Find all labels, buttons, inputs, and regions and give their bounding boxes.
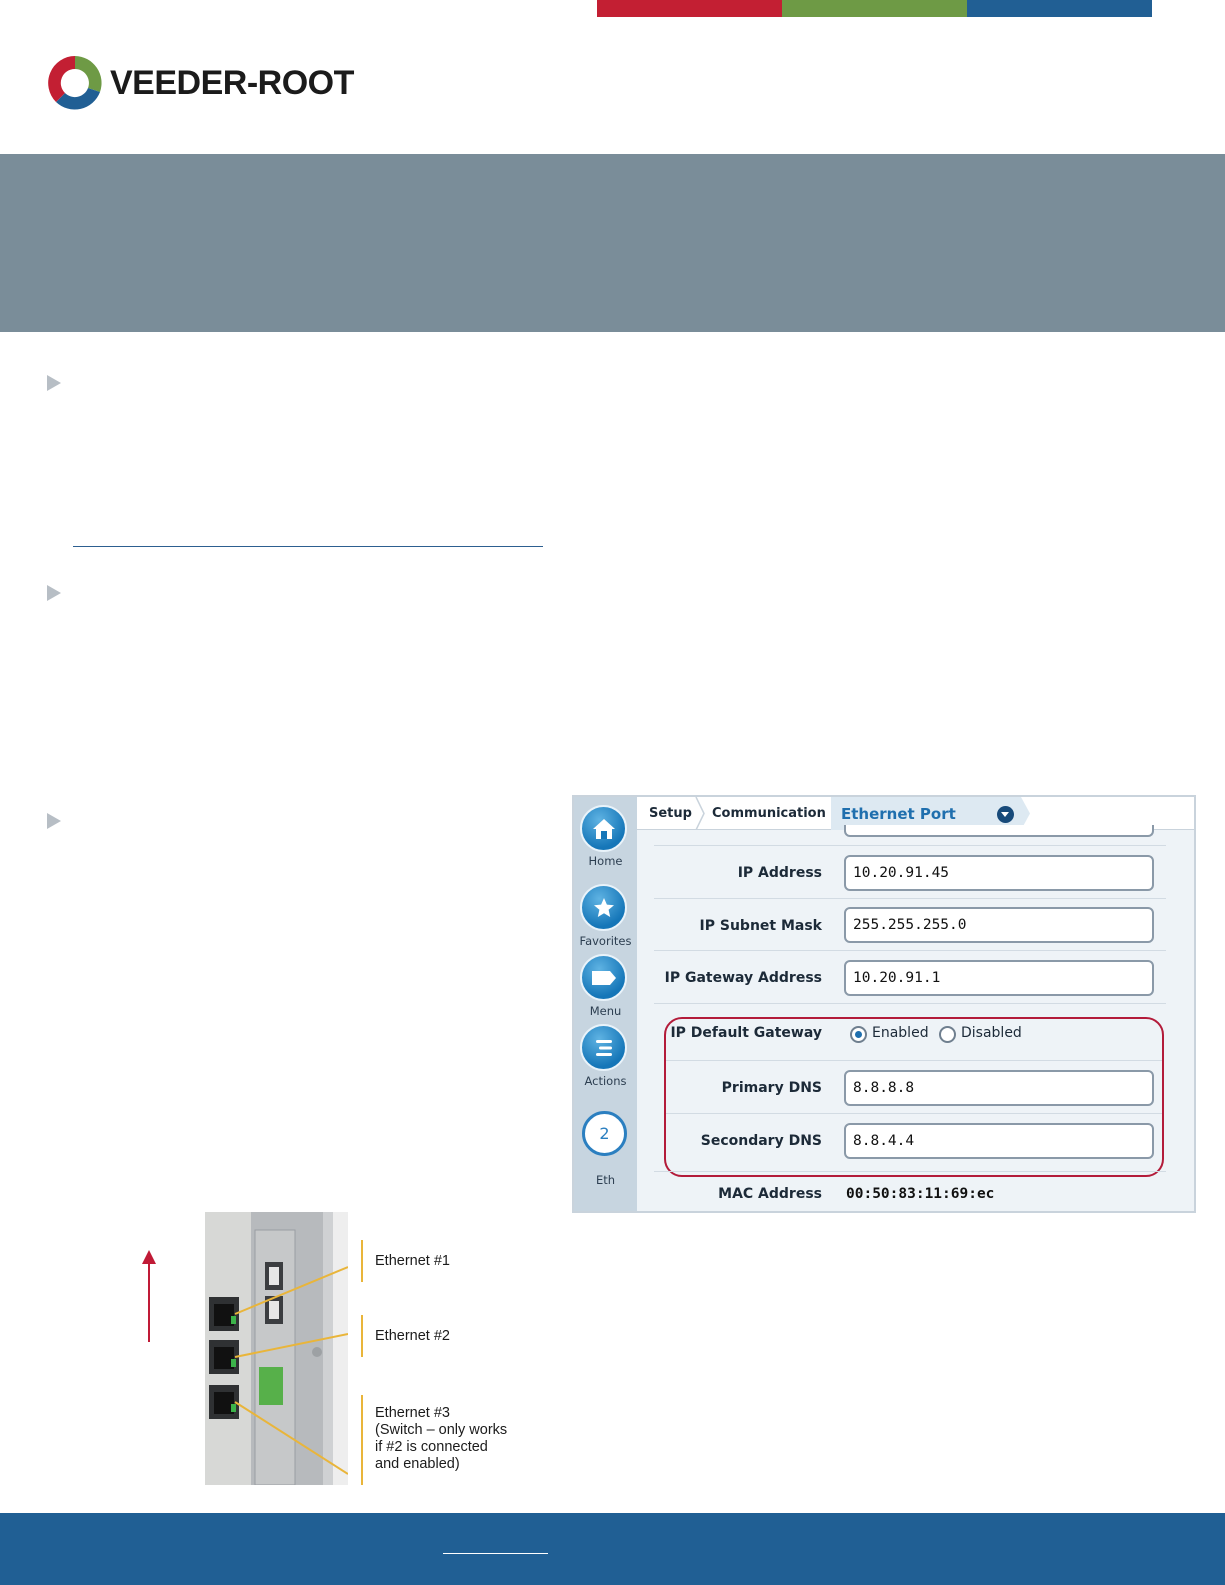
veeder-root-logo: VEEDER-ROOT (44, 52, 354, 114)
row-divider (654, 898, 1166, 899)
menu-tag-icon (591, 970, 616, 985)
breadcrumb-communication[interactable]: Communication (712, 797, 826, 830)
gateway-address-input[interactable]: 10.20.91.1 (844, 960, 1154, 996)
mac-address-label: MAC Address (718, 1186, 822, 1202)
home-button[interactable] (580, 805, 627, 852)
ethernet-3-callout-line4: and enabled) (375, 1456, 460, 1472)
callout-bar-2 (361, 1315, 363, 1357)
subnet-mask-input[interactable]: 255.255.255.0 (844, 907, 1154, 943)
ethernet-ports-photo (205, 1212, 348, 1485)
eth-label: Eth (595, 1173, 616, 1187)
ethernet-3-callout-line2: (Switch – only works (375, 1422, 508, 1438)
ethernet-1-callout: Ethernet #1 (375, 1253, 450, 1269)
ethernet-2-callout: Ethernet #2 (375, 1328, 450, 1344)
home-label: Home (588, 854, 623, 868)
actions-label: Actions (584, 1074, 627, 1088)
ethernet-3-callout-line3: if #2 is connected (375, 1439, 488, 1455)
eth-badge[interactable]: 2 (582, 1111, 627, 1156)
section-divider (73, 546, 543, 547)
up-arrow-shaft (148, 1262, 150, 1342)
row-divider (654, 950, 1166, 951)
logo-wordmark: VEEDER-ROOT (110, 63, 354, 102)
menu-label: Menu (589, 1004, 622, 1018)
row-divider (654, 1003, 1166, 1004)
favorites-label: Favorites (579, 934, 632, 948)
ethernet-ports-illustration (205, 1212, 348, 1485)
screen-sidebar: Home Favorites Menu Actions 2 Eth (574, 797, 637, 1211)
row-divider (654, 1171, 1166, 1172)
row-divider (654, 845, 1166, 846)
strip-red (597, 0, 782, 17)
bullet-marker-2 (47, 585, 61, 601)
actions-list-icon (595, 1039, 612, 1056)
strip-blue (967, 0, 1152, 17)
bullet-marker-3 (47, 813, 61, 829)
actions-button[interactable] (580, 1024, 627, 1071)
footer-link-underline (443, 1553, 548, 1554)
home-icon (592, 818, 615, 839)
breadcrumb-chevron-icon (695, 797, 705, 830)
subnet-mask-label: IP Subnet Mask (699, 918, 822, 934)
strip-green (782, 0, 967, 17)
ethernet-3-callout-line1: Ethernet #3 (375, 1405, 450, 1421)
dns-highlight-outline (664, 1017, 1164, 1177)
footer-band (0, 1513, 1225, 1585)
previous-field-partial (844, 825, 1154, 837)
callout-bar-1 (361, 1240, 363, 1282)
mac-address-value: 00:50:83:11:69:ec (846, 1186, 995, 1202)
veeder-root-triangle-logo-icon (48, 56, 102, 110)
breadcrumb-active-label: Ethernet Port (841, 804, 956, 823)
favorites-button[interactable] (580, 884, 627, 931)
page: VEEDER-ROOT Home Favorites Menu Actions … (0, 0, 1225, 1585)
callout-bar-3 (361, 1395, 363, 1485)
ip-address-label: IP Address (737, 865, 822, 881)
ip-address-input[interactable]: 10.20.91.45 (844, 855, 1154, 891)
chevron-down-icon[interactable] (997, 806, 1014, 823)
menu-button[interactable] (580, 954, 627, 1001)
gateway-address-label: IP Gateway Address (664, 970, 822, 986)
ethernet-port-screen: Home Favorites Menu Actions 2 Eth Setup … (572, 795, 1196, 1213)
star-icon (593, 897, 614, 917)
brand-color-strip (597, 0, 1152, 17)
header-banner (0, 154, 1225, 332)
bullet-marker-1 (47, 375, 61, 391)
breadcrumb-setup[interactable]: Setup (649, 797, 692, 830)
